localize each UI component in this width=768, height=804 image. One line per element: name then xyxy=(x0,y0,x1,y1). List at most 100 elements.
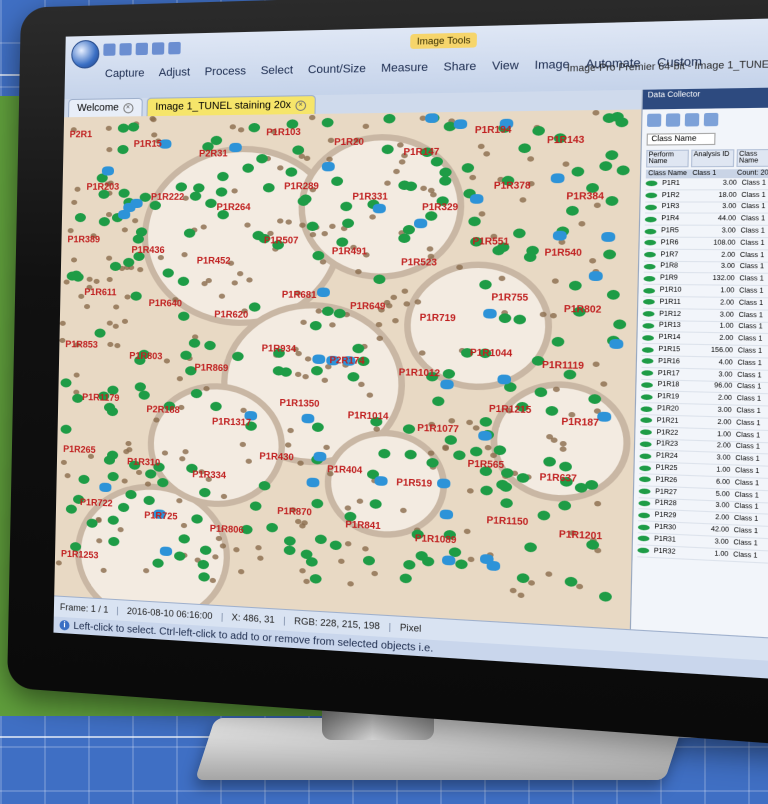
detected-object[interactable] xyxy=(571,166,585,177)
selected-object[interactable] xyxy=(312,354,326,365)
open-icon[interactable] xyxy=(151,42,165,55)
detected-object[interactable] xyxy=(564,576,578,587)
detected-object[interactable] xyxy=(516,573,530,584)
detected-object[interactable] xyxy=(199,545,212,556)
detected-object[interactable] xyxy=(518,143,532,154)
detected-object[interactable] xyxy=(204,340,216,351)
detected-object[interactable] xyxy=(534,387,548,398)
detected-object[interactable] xyxy=(524,542,537,553)
class-name-filter[interactable]: Class Name xyxy=(646,132,716,146)
ribbon-tab-process[interactable]: Process xyxy=(204,65,246,78)
detected-object[interactable] xyxy=(98,217,110,227)
detected-object[interactable] xyxy=(404,449,417,460)
selected-object[interactable] xyxy=(550,173,565,184)
detected-object[interactable] xyxy=(480,485,493,496)
detected-object[interactable] xyxy=(500,498,513,509)
table-row[interactable]: P1R7 2.00 Class 1 xyxy=(643,249,768,263)
selected-object[interactable] xyxy=(316,287,331,298)
detected-object[interactable] xyxy=(513,228,526,239)
selected-object[interactable] xyxy=(478,430,492,441)
detected-object[interactable] xyxy=(199,487,211,498)
detected-object[interactable] xyxy=(598,591,612,602)
detected-object[interactable] xyxy=(310,365,323,376)
detected-object[interactable] xyxy=(65,504,77,514)
selected-object[interactable] xyxy=(425,113,439,124)
app-menu-button[interactable] xyxy=(71,39,100,69)
close-icon[interactable] xyxy=(168,41,181,55)
detected-object[interactable] xyxy=(321,117,334,128)
selected-object[interactable] xyxy=(588,271,603,282)
detected-object[interactable] xyxy=(568,280,582,291)
panel-column[interactable]: Class Name xyxy=(736,148,768,168)
save-icon[interactable] xyxy=(135,42,149,56)
detected-object[interactable] xyxy=(118,188,130,198)
detected-object[interactable] xyxy=(532,125,546,136)
detected-object[interactable] xyxy=(94,328,106,338)
detected-object[interactable] xyxy=(543,456,557,467)
detected-object[interactable] xyxy=(537,510,551,521)
detected-object[interactable] xyxy=(311,422,324,433)
selected-object[interactable] xyxy=(306,477,320,488)
selected-object[interactable] xyxy=(552,230,567,241)
detected-object[interactable] xyxy=(178,311,190,321)
selected-object[interactable] xyxy=(372,203,386,214)
detected-object[interactable] xyxy=(309,573,322,584)
panel-tool-icon[interactable] xyxy=(665,113,681,127)
selected-object[interactable] xyxy=(497,374,512,385)
document-tab[interactable]: Image 1_TUNEL staining 20x × xyxy=(145,95,316,117)
table-row[interactable]: P1R4 44.00 Class 1 xyxy=(644,213,768,227)
ribbon-tab-view[interactable]: View xyxy=(492,59,519,72)
detected-object[interactable] xyxy=(152,558,164,569)
detected-object[interactable] xyxy=(403,559,416,570)
detected-object[interactable] xyxy=(103,455,116,465)
selected-object[interactable] xyxy=(101,166,115,176)
detected-object[interactable] xyxy=(513,314,527,325)
ribbon-tab-select[interactable]: Select xyxy=(261,64,294,77)
detected-object[interactable] xyxy=(362,555,376,566)
selected-object[interactable] xyxy=(321,161,335,172)
document-tab[interactable]: Welcome × xyxy=(68,97,143,118)
detected-object[interactable] xyxy=(545,405,559,416)
detected-object[interactable] xyxy=(300,549,313,560)
ribbon-tab-measure[interactable]: Measure xyxy=(381,61,428,75)
detected-object[interactable] xyxy=(558,500,572,511)
ribbon-tab-adjust[interactable]: Adjust xyxy=(159,66,191,79)
selected-object[interactable] xyxy=(609,338,624,350)
detected-object[interactable] xyxy=(78,474,90,485)
ribbon-tab-countsize[interactable]: Count/Size xyxy=(308,63,366,77)
detected-object[interactable] xyxy=(60,424,72,434)
selected-object[interactable] xyxy=(130,198,143,208)
detected-object[interactable] xyxy=(314,534,327,545)
detected-object[interactable] xyxy=(574,482,588,493)
panel-tool-icon[interactable] xyxy=(684,113,700,127)
detected-object[interactable] xyxy=(272,366,285,376)
detected-object[interactable] xyxy=(210,401,222,412)
panel-column[interactable]: Analysis ID xyxy=(690,149,735,168)
detected-object[interactable] xyxy=(605,196,619,206)
detected-object[interactable] xyxy=(117,502,130,513)
selected-object[interactable] xyxy=(413,218,428,229)
close-icon[interactable]: × xyxy=(122,102,134,113)
detected-object[interactable] xyxy=(258,480,271,491)
detected-object[interactable] xyxy=(493,445,507,456)
detected-object[interactable] xyxy=(130,291,142,301)
detected-object[interactable] xyxy=(232,351,244,362)
detected-object[interactable] xyxy=(197,559,210,570)
detected-object[interactable] xyxy=(178,534,190,544)
undo-icon[interactable] xyxy=(103,43,116,56)
detected-object[interactable] xyxy=(329,540,342,551)
selected-object[interactable] xyxy=(374,475,388,487)
selected-object[interactable] xyxy=(441,555,456,566)
close-icon[interactable]: × xyxy=(295,99,306,111)
detected-object[interactable] xyxy=(125,489,137,500)
detected-object[interactable] xyxy=(138,390,150,400)
grid-header-cell[interactable]: Count: 2052 xyxy=(735,169,768,178)
detected-object[interactable] xyxy=(190,388,203,399)
detected-object[interactable] xyxy=(210,135,223,146)
detected-object[interactable] xyxy=(526,245,539,256)
detected-object[interactable] xyxy=(616,165,630,176)
detected-object[interactable] xyxy=(60,378,72,388)
detected-object[interactable] xyxy=(107,515,119,526)
detected-object[interactable] xyxy=(333,308,346,319)
detected-object[interactable] xyxy=(198,571,210,582)
